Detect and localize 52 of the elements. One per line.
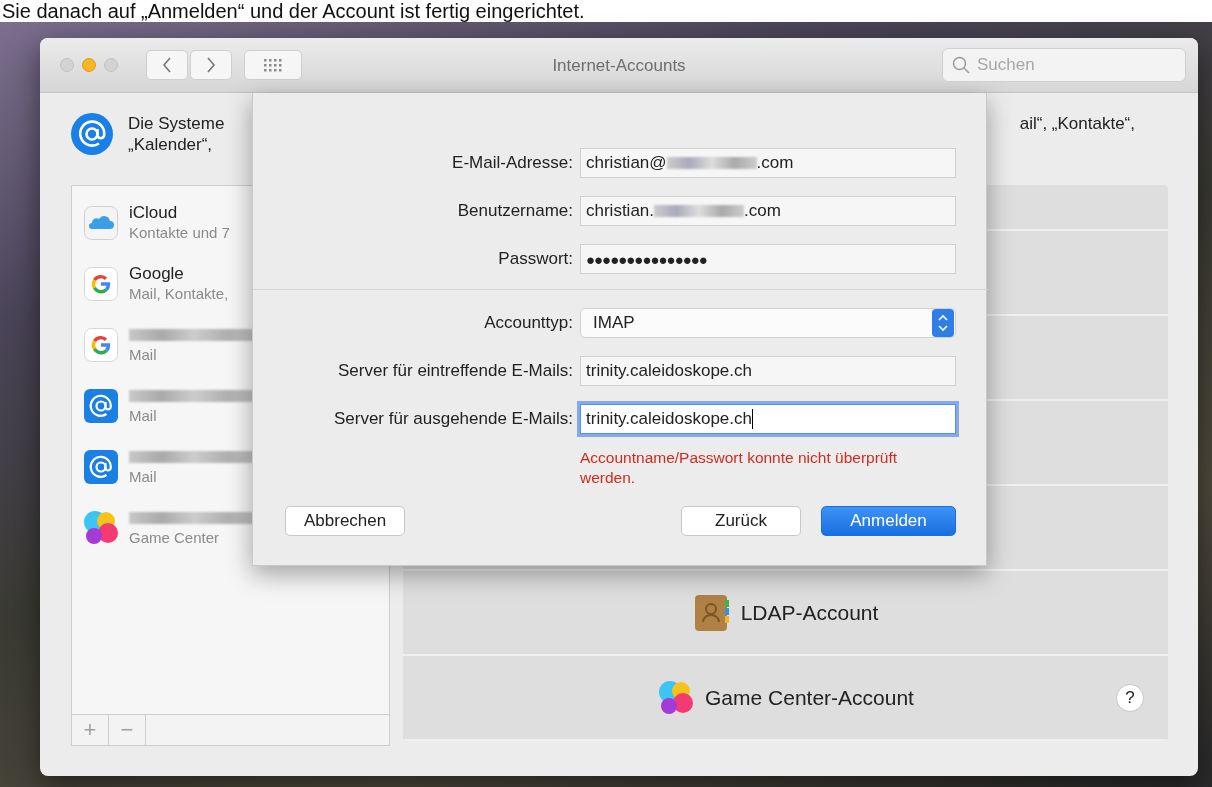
cancel-button[interactable]: Abbrechen (285, 506, 406, 536)
account-detail: Mail (129, 467, 158, 486)
password-field[interactable]: ●●●●●●●●●●●●●●● (580, 244, 956, 274)
stepper-icon (932, 309, 954, 337)
account-name: iCloud (129, 203, 179, 223)
input-field[interactable]: christian@ .com (580, 148, 956, 178)
show-all-button[interactable] (244, 50, 302, 80)
search-field[interactable]: Suchen (942, 48, 1186, 82)
minimize-button[interactable] (82, 58, 96, 72)
address-book-icon (692, 593, 731, 632)
window-title: Internet-Accounts (552, 56, 686, 75)
account-detail: Mail, Kontakte, (129, 284, 229, 303)
account-detail: Game Center (129, 528, 221, 547)
provider-button[interactable]: Game Center-Account ? (403, 656, 1168, 741)
sign-in-button[interactable]: Anmelden (821, 506, 956, 536)
bubbles-icon (82, 508, 120, 547)
description-text: Die Systeme „Kalender“, (128, 113, 225, 155)
description-text: ail“, „Kontakte“, (1019, 113, 1135, 134)
zoom-button[interactable] (104, 58, 118, 72)
input-field[interactable]: trinity.caleidoskope.ch (580, 356, 956, 386)
input-field[interactable]: christian. .com (580, 196, 956, 226)
account-type-dropdown[interactable]: IMAP (580, 308, 956, 338)
input-field[interactable]: trinity.caleidoskope.ch (580, 404, 956, 434)
field-label: Server für eintreffende E-Mails: (337, 361, 574, 381)
google-g-icon (84, 327, 118, 362)
field-label: Accounttyp: (483, 313, 574, 333)
account-item[interactable]: iCloud Kontakte und 7 (72, 192, 389, 253)
chevron-left-icon (162, 57, 172, 73)
account-name: Google (129, 264, 185, 284)
close-button[interactable] (60, 58, 74, 72)
help-button[interactable]: ? (1116, 684, 1144, 712)
back-button[interactable] (146, 50, 188, 80)
error-message: Accountname/Passwort konnte nicht überprüft werden. (580, 448, 899, 488)
field-label: Benutzername: (456, 201, 574, 221)
grid-icon (263, 58, 283, 72)
account-detail: Kontakte und 7 (129, 223, 230, 242)
google-g-icon (84, 266, 118, 301)
at-sign-icon (84, 449, 118, 484)
account-detail: Mail (129, 345, 158, 364)
cloud-icon (84, 205, 118, 240)
account-detail: Mail (129, 406, 158, 425)
field-label: Server für ausgehende E-Mails: (332, 409, 574, 429)
field-label: E-Mail-Adresse: (451, 153, 574, 173)
at-sign-icon (71, 113, 113, 155)
back-button[interactable]: Zurück (681, 506, 801, 536)
provider-button[interactable]: LDAP-Account (403, 571, 1168, 656)
account-item[interactable]: Google Mail, Kontakte, (72, 253, 389, 314)
field-label: Passwort: (497, 249, 574, 269)
at-sign-icon (84, 388, 118, 423)
chevron-right-icon (206, 57, 216, 73)
bubbles-icon (657, 678, 696, 717)
forward-button[interactable] (190, 50, 232, 80)
